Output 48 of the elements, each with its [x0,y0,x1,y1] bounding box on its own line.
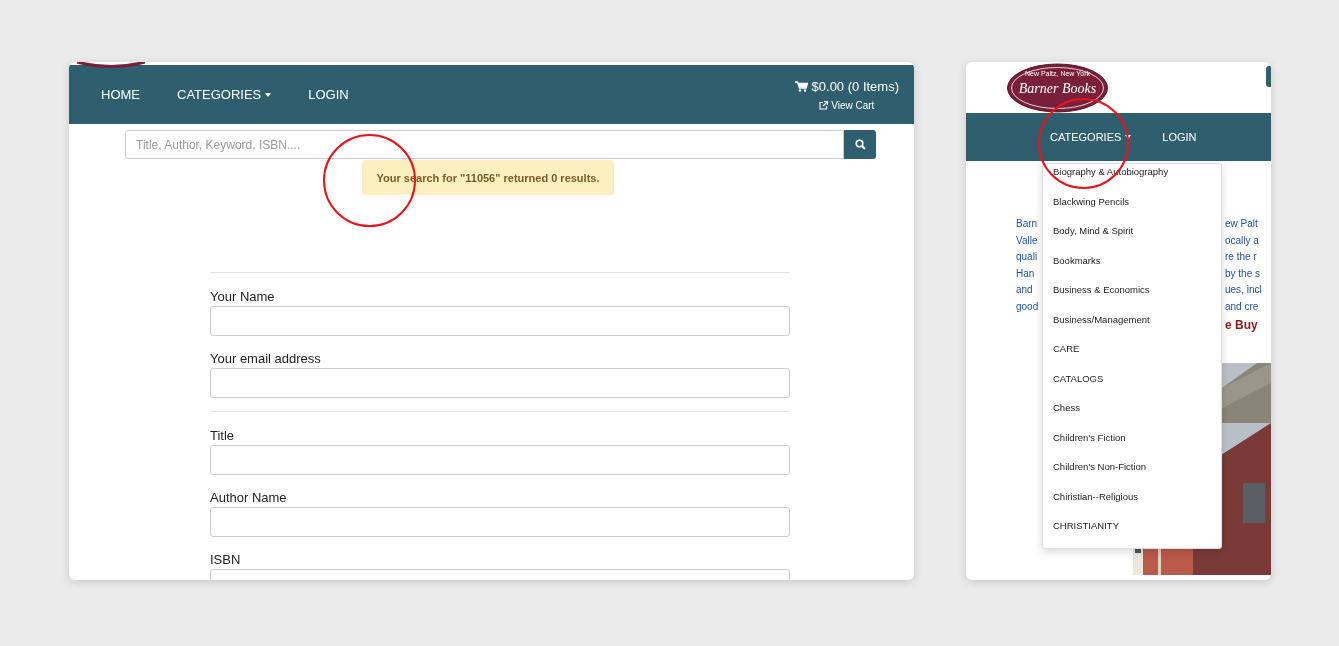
body-text: and [1016,284,1033,298]
menu-item[interactable]: Body, Mind & Spirit [1043,223,1221,253]
body-text: good [1016,300,1039,314]
nav-link[interactable]: LOGIN [308,87,349,102]
field-label: Title [210,427,236,444]
nav-link[interactable]: HOME [101,87,140,102]
body-text: and cre [1225,300,1259,312]
input-field[interactable] [210,507,790,537]
search-button[interactable] [844,130,876,159]
menu-item[interactable]: CHRISTIANITY [1043,518,1221,548]
menu-item[interactable]: Chiristian--Religious [1043,488,1221,518]
menu-item[interactable]: CATALOGS [1043,370,1221,400]
cart-total: $0.00 (0 Items) [811,78,899,94]
heading-text: e Buy [1225,317,1259,332]
external-link-icon [819,100,829,110]
body-text: Han [1016,267,1035,281]
input-field[interactable] [210,445,790,475]
body-text: ew Palt [1225,218,1258,229]
view-cart-link[interactable]: View Cart [819,99,875,111]
logo-drawing [75,62,147,68]
field-label: Author Name [210,489,288,506]
field-label: Your email address [210,350,322,367]
body-text: by the s [1225,267,1261,279]
body-text: Barn [1016,218,1038,231]
body-text: ues, incl [1225,284,1262,296]
input-field[interactable] [210,368,790,398]
nav-link[interactable]: CATEGORIES [1050,131,1132,143]
body-text: re the r [1225,251,1257,263]
search-field[interactable]: Title, Author, Keyword, ISBN.... [125,130,844,159]
menu-item[interactable]: Blackwing Pencils [1043,193,1221,223]
menu-item[interactable]: Bookmarks [1043,252,1221,282]
menu-item[interactable]: Children's Non-Fiction [1043,459,1221,489]
menu-item[interactable]: Chess [1043,400,1221,430]
caret-icon [265,92,272,97]
nav-link[interactable]: LOGIN [1162,131,1197,143]
menu-item[interactable]: Children's Fiction [1043,429,1221,459]
field-label: Your Name [210,288,276,305]
body-text: quali [1016,251,1038,265]
cart-icon [794,80,808,92]
menu-item[interactable]: CARE [1043,341,1221,371]
nav-link[interactable]: CATEGORIES [177,87,272,102]
field-label: ISBN [210,551,242,568]
body-text: ocally a [1225,234,1259,246]
body-text: Valle [1016,234,1038,248]
menu-item[interactable]: Business/Management [1043,311,1221,341]
search-icon [854,139,866,150]
menu-item[interactable]: Business & Economics [1043,282,1221,312]
input-field[interactable] [210,306,790,336]
